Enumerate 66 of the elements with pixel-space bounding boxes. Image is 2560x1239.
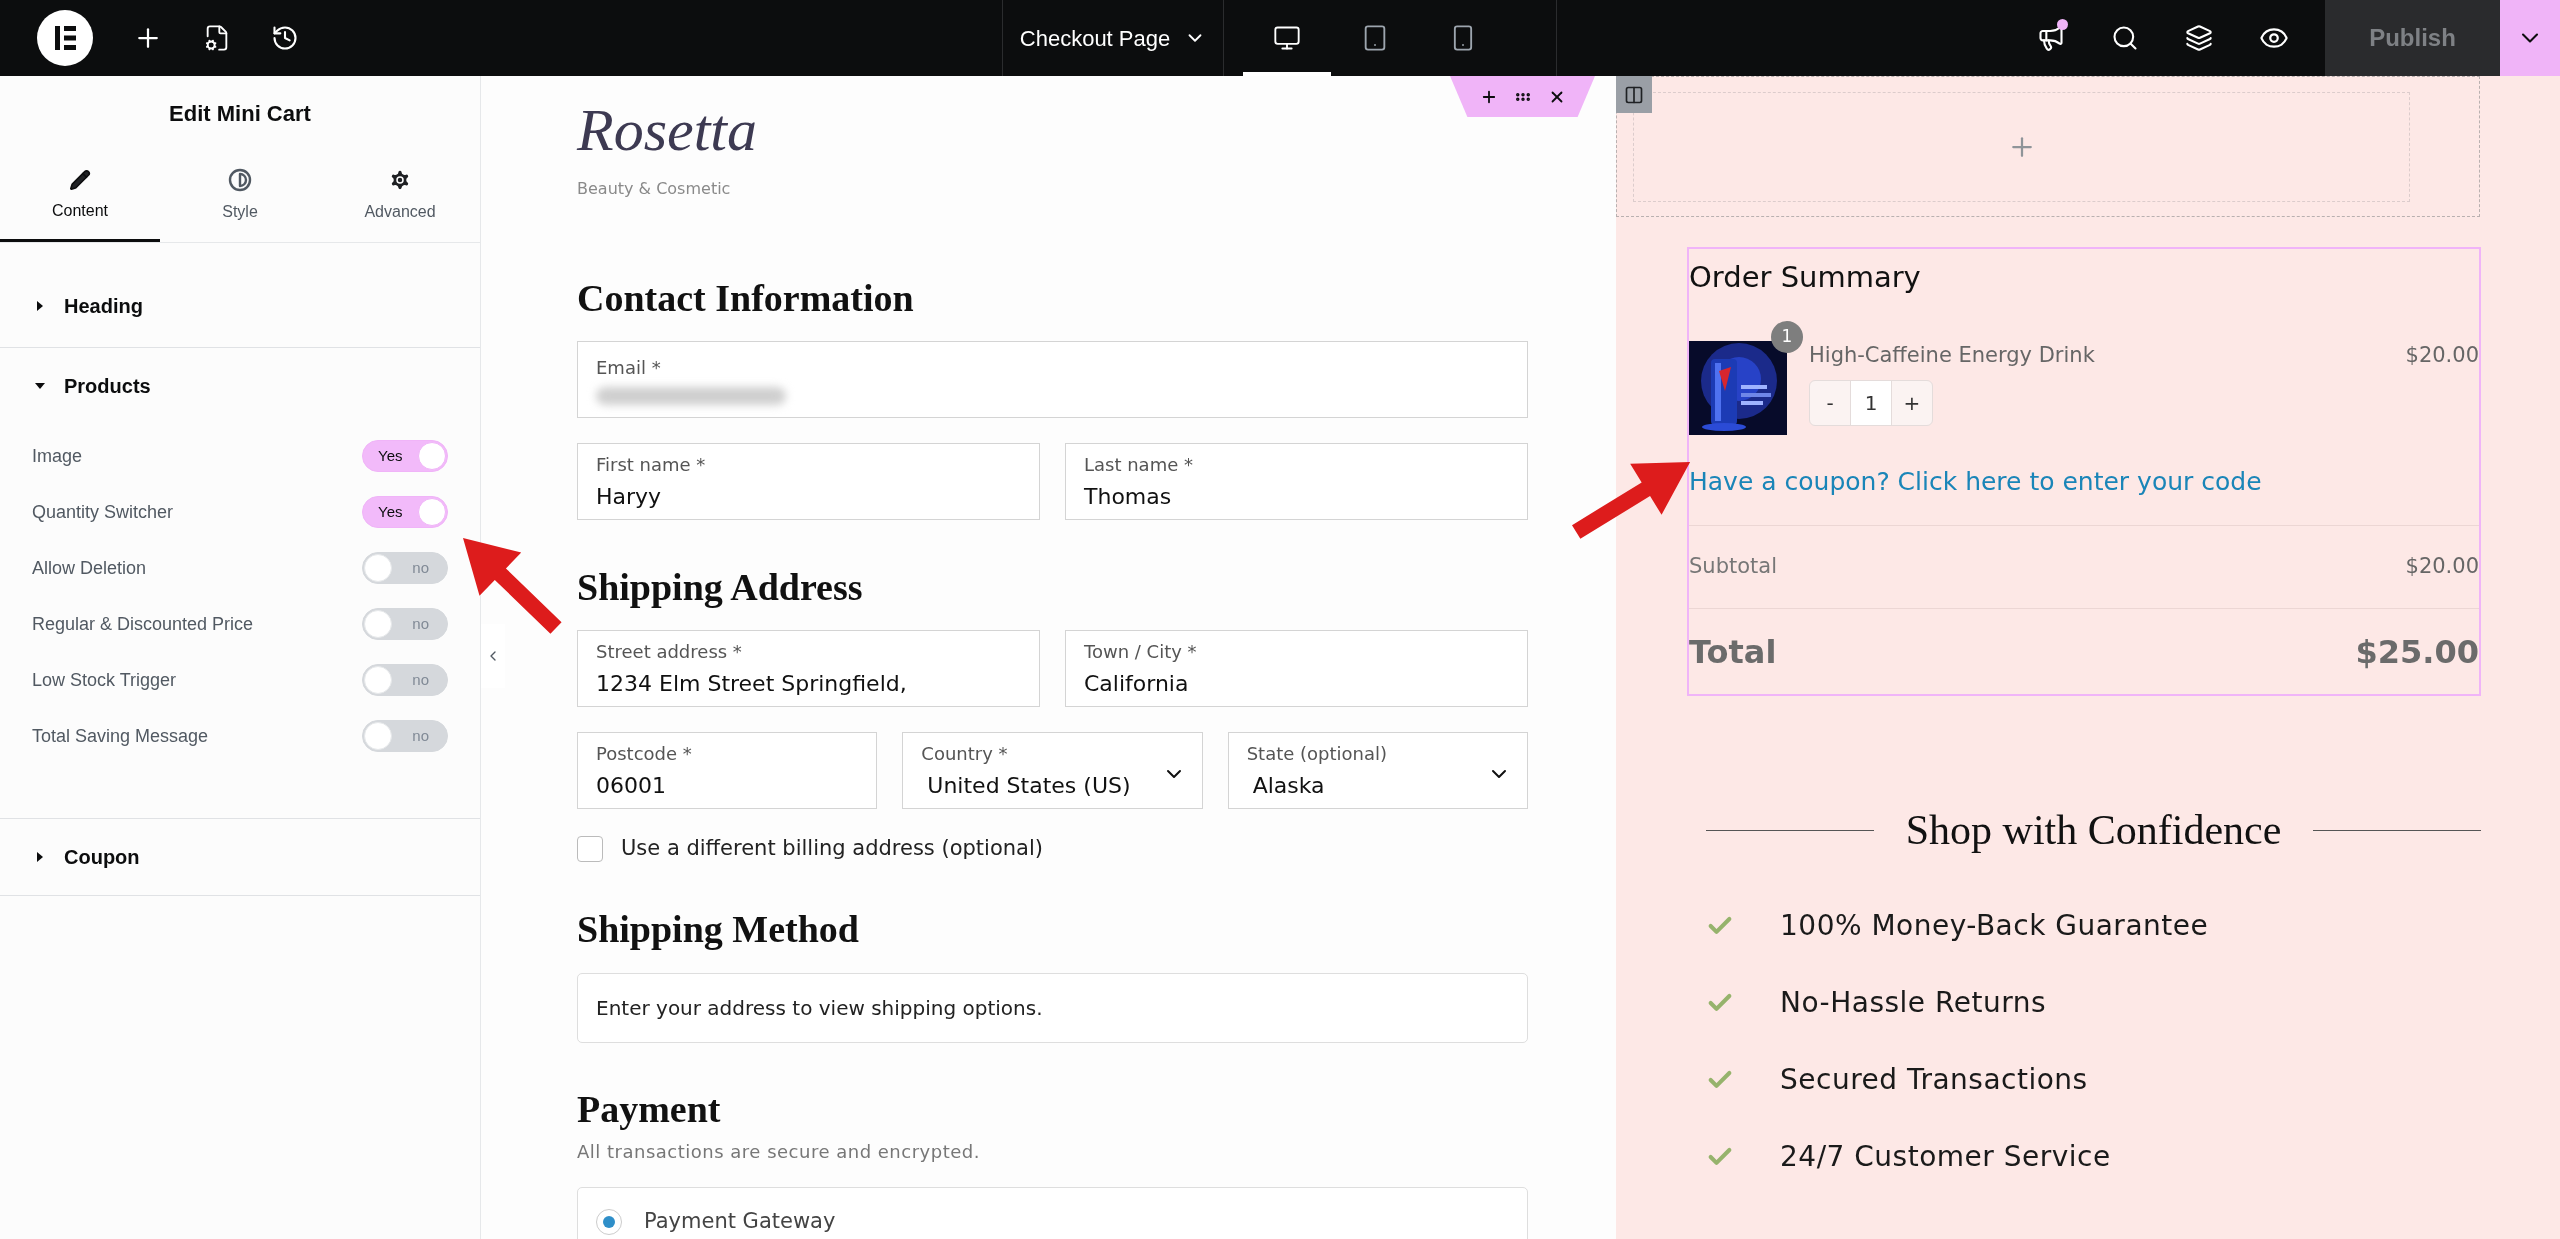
section-header[interactable]: Products bbox=[0, 348, 480, 424]
quantity-value: 1 bbox=[1850, 381, 1892, 425]
subtotal-value: $20.00 bbox=[2405, 553, 2479, 581]
shipping-notice: Enter your address to view shipping options. bbox=[577, 973, 1528, 1043]
field-label: Last name * bbox=[1084, 452, 1194, 477]
product-price: $20.00 bbox=[2405, 342, 2479, 369]
increase-button[interactable]: + bbox=[1892, 381, 1932, 425]
section-heading: Payment bbox=[577, 1087, 722, 1132]
field-label: Town / City * bbox=[1084, 639, 1198, 664]
form-field[interactable]: Country * United States (US) bbox=[902, 732, 1203, 809]
form-field[interactable]: State (optional) Alaska bbox=[1227, 732, 1528, 809]
decrease-button[interactable]: - bbox=[1810, 381, 1850, 425]
checkbox-label: Use a different billing address (optional) bbox=[621, 835, 1043, 863]
field-label: State (optional) bbox=[1246, 741, 1389, 766]
product-name: High-Caffeine Energy Drink bbox=[1809, 342, 2095, 369]
control-label: Quantity Switcher bbox=[32, 500, 174, 524]
form-field[interactable]: Last name * Thomas bbox=[1065, 443, 1528, 520]
form-field[interactable]: Town / City * California bbox=[1065, 630, 1528, 707]
site-tagline: Beauty & Cosmetic bbox=[577, 178, 731, 200]
section-subtitle: All transactions are secure and encrypted. bbox=[577, 1140, 981, 1164]
total-value: $25.00 bbox=[2355, 631, 2479, 673]
field-value: 06001 bbox=[596, 771, 667, 800]
panel-tab[interactable]: Content bbox=[0, 150, 160, 242]
field-value: California bbox=[1084, 669, 1190, 698]
form-field[interactable]: First name * Haryy bbox=[577, 443, 1040, 520]
form-field[interactable]: Email * bbox=[577, 341, 1528, 418]
section-header[interactable]: Heading bbox=[0, 243, 480, 347]
payment-option-label: Payment Gateway bbox=[644, 1208, 836, 1235]
subtotal-label: Subtotal bbox=[1689, 553, 1777, 581]
control-label: Low Stock Trigger bbox=[32, 668, 177, 692]
control-label: Image bbox=[32, 444, 83, 468]
total-label: Total bbox=[1689, 631, 1777, 673]
field-label: Street address * bbox=[596, 639, 743, 664]
trust-item: Secured Transactions bbox=[1780, 1062, 2088, 1098]
coupon-link[interactable]: Have a coupon? Click here to enter your code bbox=[1689, 465, 2479, 499]
panel-tab[interactable]: Advanced bbox=[320, 150, 480, 242]
field-value: Thomas bbox=[1084, 482, 1173, 511]
field-value: Haryy bbox=[596, 482, 663, 511]
panel-tab[interactable]: Style bbox=[160, 150, 320, 242]
publish-button[interactable]: Publish bbox=[2325, 0, 2500, 76]
section-heading: Contact Information bbox=[577, 276, 915, 321]
control-label: Regular & Discounted Price bbox=[32, 612, 254, 636]
form-field[interactable]: Postcode * 06001 bbox=[577, 732, 878, 809]
field-value: 1234 Elm Street Springfield, bbox=[596, 669, 908, 698]
section-heading: Shipping Address bbox=[577, 565, 864, 610]
field-label: First name * bbox=[596, 452, 707, 477]
summary-title: Order Summary bbox=[1689, 259, 1922, 296]
toggle-switch[interactable]: Yes bbox=[362, 496, 448, 528]
field-label: Postcode * bbox=[596, 741, 693, 766]
trust-item: No-Hassle Returns bbox=[1780, 985, 2046, 1021]
select-value: Alaska bbox=[1251, 771, 1325, 800]
form-field[interactable]: Street address * 1234 Elm Street Springfield, bbox=[577, 630, 1040, 707]
trust-item: 100% Money-Back Guarantee bbox=[1780, 908, 2209, 944]
section-header[interactable]: Coupon bbox=[0, 819, 480, 895]
control-label: Total Saving Message bbox=[32, 724, 209, 748]
site-logo: Rosetta bbox=[577, 96, 757, 165]
field-label: Country * bbox=[921, 741, 1009, 766]
field-label: Email * bbox=[596, 356, 662, 380]
quantity-badge: 1 bbox=[1771, 321, 1803, 353]
panel-title: Edit Mini Cart bbox=[168, 99, 312, 128]
control-label: Allow Deletion bbox=[32, 556, 147, 580]
trust-item: 24/7 Customer Service bbox=[1780, 1139, 2111, 1175]
toggle-switch[interactable]: Yes bbox=[362, 440, 448, 472]
section-heading: Shipping Method bbox=[577, 907, 860, 952]
select-value: United States (US) bbox=[926, 771, 1131, 800]
trust-heading: Shop with Confidence bbox=[1905, 806, 2282, 855]
